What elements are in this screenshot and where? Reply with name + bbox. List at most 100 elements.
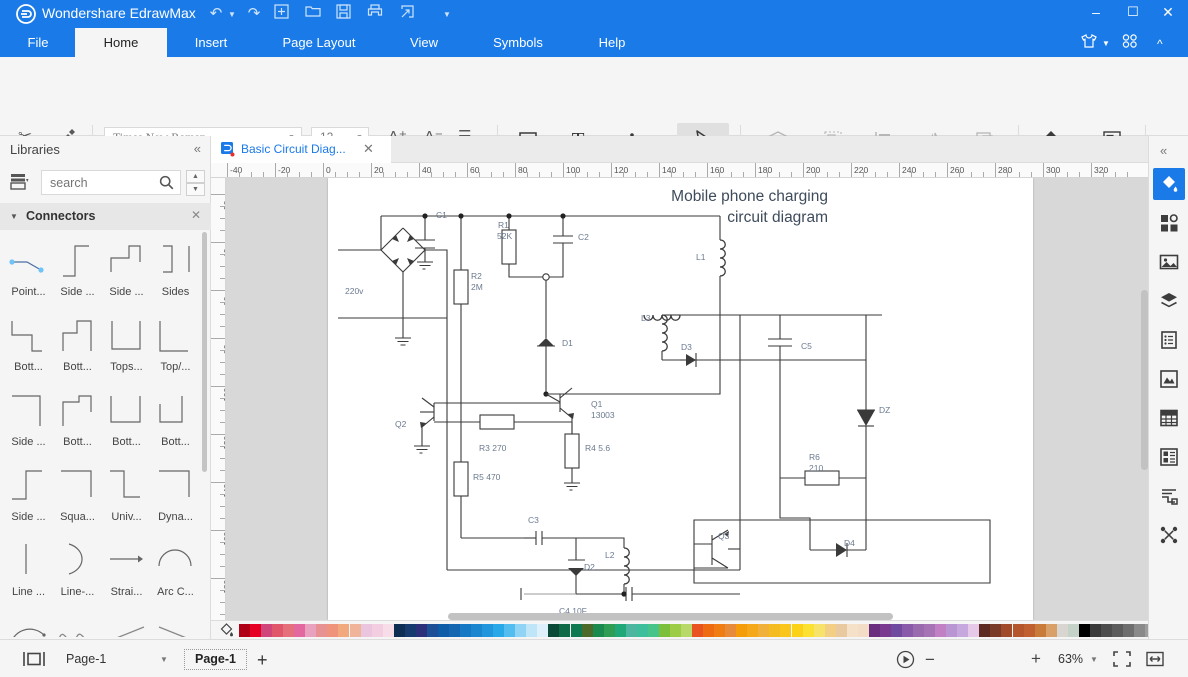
color-swatch[interactable]: [1023, 624, 1035, 637]
color-swatch[interactable]: [1056, 624, 1068, 637]
color-swatch[interactable]: [294, 624, 306, 637]
infographic-panel-icon[interactable]: [1153, 441, 1185, 473]
color-swatch[interactable]: [791, 624, 803, 637]
color-swatch[interactable]: [968, 624, 980, 637]
color-swatch[interactable]: [913, 624, 925, 637]
close-icon[interactable]: ✕: [363, 141, 374, 157]
color-swatch[interactable]: [1045, 624, 1057, 637]
color-swatch[interactable]: [581, 624, 593, 637]
fill-style-panel-icon[interactable]: [1153, 168, 1185, 200]
color-swatch[interactable]: [437, 624, 449, 637]
color-swatch[interactable]: [669, 624, 681, 637]
color-swatch[interactable]: [1100, 624, 1112, 637]
color-swatch[interactable]: [559, 624, 571, 637]
color-swatch[interactable]: [537, 624, 549, 637]
color-swatch[interactable]: [1001, 624, 1013, 637]
color-swatch[interactable]: [526, 624, 538, 637]
page-tab-page-1[interactable]: Page-1: [184, 649, 247, 670]
fit-width-icon[interactable]: [1146, 651, 1164, 667]
chevron-up-icon[interactable]: ▲: [186, 170, 205, 183]
color-swatch[interactable]: [935, 624, 947, 637]
color-swatch[interactable]: [371, 624, 383, 637]
print-icon[interactable]: [367, 4, 389, 24]
list-item[interactable]: Strai...: [102, 532, 151, 607]
color-swatch[interactable]: [570, 624, 582, 637]
list-item[interactable]: Bott...: [4, 307, 53, 382]
color-swatch[interactable]: [692, 624, 704, 637]
color-swatch[interactable]: [426, 624, 438, 637]
page-properties-panel-icon[interactable]: [1153, 324, 1185, 356]
list-item[interactable]: Dyna...: [151, 457, 200, 532]
document-page[interactable]: Mobile phone charging circuit diagram C1…: [328, 178, 1033, 620]
table-panel-icon[interactable]: [1153, 402, 1185, 434]
color-swatch[interactable]: [614, 624, 626, 637]
color-swatch[interactable]: [846, 624, 858, 637]
list-item[interactable]: Bott...: [102, 382, 151, 457]
canvas-horizontal-scrollbar[interactable]: [448, 613, 893, 620]
color-swatch[interactable]: [1134, 624, 1146, 637]
list-item[interactable]: Line-...: [53, 532, 102, 607]
color-swatch[interactable]: [1078, 624, 1090, 637]
close-icon[interactable]: ✕: [191, 208, 201, 222]
list-item[interactable]: Tops...: [102, 307, 151, 382]
color-swatch[interactable]: [957, 624, 969, 637]
color-swatch[interactable]: [714, 624, 726, 637]
color-swatch[interactable]: [493, 624, 505, 637]
color-swatch[interactable]: [504, 624, 516, 637]
list-item[interactable]: [102, 607, 151, 637]
list-item[interactable]: Side ...: [102, 232, 151, 307]
collapse-left-icon[interactable]: «: [194, 141, 201, 156]
close-button[interactable]: ✕: [1153, 4, 1183, 24]
zoom-out-button[interactable]: −: [925, 650, 935, 670]
color-swatch[interactable]: [592, 624, 604, 637]
color-swatch[interactable]: [515, 624, 527, 637]
chevron-down-icon[interactable]: ▼: [10, 212, 18, 221]
search-box[interactable]: [41, 170, 181, 195]
color-swatch[interactable]: [327, 624, 339, 637]
menu-item-view[interactable]: View: [390, 28, 458, 57]
zoom-in-button[interactable]: +: [1031, 649, 1041, 669]
chevron-down-icon[interactable]: ▼: [186, 183, 205, 196]
page-select-caret-icon[interactable]: ▼: [160, 655, 168, 664]
color-swatch[interactable]: [415, 624, 427, 637]
canvas-vertical-scrollbar[interactable]: [1141, 290, 1148, 470]
color-swatch[interactable]: [349, 624, 361, 637]
fill-bucket-icon[interactable]: [219, 623, 234, 638]
color-swatch[interactable]: [658, 624, 670, 637]
color-swatch[interactable]: [736, 624, 748, 637]
save-icon[interactable]: [336, 4, 358, 24]
color-swatch[interactable]: [250, 624, 262, 637]
maximize-button[interactable]: ☐: [1118, 4, 1148, 24]
menu-item-symbols[interactable]: Symbols: [470, 28, 566, 57]
list-item[interactable]: [53, 607, 102, 637]
canvas-area[interactable]: Mobile phone charging circuit diagram C1…: [226, 178, 1148, 620]
theme-shirt-icon[interactable]: [1080, 33, 1098, 49]
layers-panel-icon[interactable]: [1153, 285, 1185, 317]
export-share-icon[interactable]: [400, 4, 422, 24]
color-swatch[interactable]: [1034, 624, 1046, 637]
color-swatch[interactable]: [647, 624, 659, 637]
library-drawer-icon[interactable]: [10, 173, 36, 191]
color-swatch[interactable]: [924, 624, 936, 637]
color-swatch[interactable]: [835, 624, 847, 637]
color-swatch[interactable]: [603, 624, 615, 637]
color-swatch[interactable]: [879, 624, 891, 637]
page-select-value[interactable]: Page-1: [66, 652, 106, 666]
color-swatch[interactable]: [471, 624, 483, 637]
color-swatch[interactable]: [1111, 624, 1123, 637]
library-group-connectors[interactable]: ▼ Connectors ✕: [0, 203, 211, 230]
list-item[interactable]: Arc C...: [151, 532, 200, 607]
theme-caret-icon[interactable]: ▼: [1102, 39, 1110, 48]
color-swatch[interactable]: [404, 624, 416, 637]
color-swatch[interactable]: [857, 624, 869, 637]
menu-item-home[interactable]: Home: [75, 28, 167, 57]
color-swatch[interactable]: [625, 624, 637, 637]
document-tab[interactable]: Basic Circuit Diag... ✕: [211, 136, 391, 163]
search-icon[interactable]: [159, 175, 174, 190]
list-item[interactable]: Bott...: [53, 307, 102, 382]
open-folder-icon[interactable]: [305, 4, 327, 24]
mindmap-panel-icon[interactable]: [1153, 519, 1185, 551]
color-swatch[interactable]: [239, 624, 250, 637]
list-item[interactable]: Sides: [151, 232, 200, 307]
chart-panel-icon[interactable]: [1153, 363, 1185, 395]
